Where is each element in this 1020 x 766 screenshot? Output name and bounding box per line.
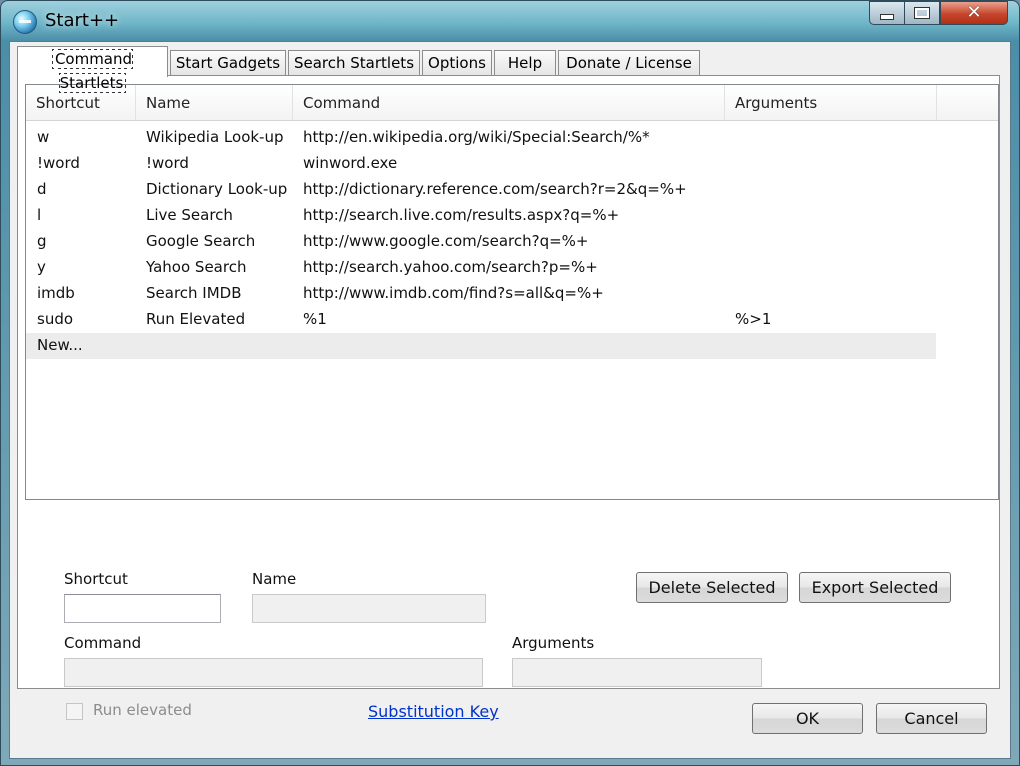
column-header-name[interactable]: Name [136, 85, 293, 120]
window-title: Start++ [45, 10, 120, 31]
list-item[interactable]: w Wikipedia Look-up http://en.wikipedia.or… [26, 125, 936, 151]
new-entry-label: New... [37, 336, 83, 354]
name-label: Name [252, 570, 297, 588]
cell-command: http://www.google.com/search?q=%+ [303, 232, 589, 250]
maximize-icon [914, 7, 930, 19]
command-startlets-panel: Shortcut Name Command Arguments w Wikiped… [17, 75, 1000, 721]
cell-shortcut: d [37, 180, 47, 198]
list-item[interactable]: g Google Search http://www.google.com/sear… [26, 229, 936, 255]
list-item[interactable]: sudo Run Elevated %1 %>1 [26, 307, 936, 333]
cell-command: winword.exe [303, 154, 398, 172]
list-item-new[interactable]: New... [26, 333, 936, 359]
run-elevated-checkbox[interactable] [66, 703, 83, 720]
cell-shortcut: w [37, 128, 50, 146]
export-selected-button[interactable]: Export Selected [799, 572, 951, 603]
column-header-command[interactable]: Command [293, 85, 725, 120]
cell-arguments: %>1 [735, 310, 772, 328]
list-item[interactable]: l Live Search http://search.live.com/resul… [26, 203, 936, 229]
list-item[interactable]: d Dictionary Look-up http://dictionary.ref… [26, 177, 936, 203]
tab-command-startlets[interactable]: Command Startlets [17, 46, 168, 93]
cell-command: http://en.wikipedia.org/wiki/Special:Sea… [303, 128, 650, 146]
cell-command: http://www.imdb.com/find?s=all&q=%+ [303, 284, 604, 302]
start-orb-icon[interactable] [13, 10, 37, 34]
command-field[interactable] [64, 658, 483, 687]
minimize-icon [880, 14, 894, 20]
cell-command: http://dictionary.reference.com/search?r… [303, 180, 687, 198]
close-icon: ✕ [966, 2, 982, 23]
tab-search-startlets[interactable]: Search Startlets [288, 50, 420, 76]
cell-shortcut: g [37, 232, 47, 250]
cell-shortcut: imdb [37, 284, 75, 302]
cell-name: Run Elevated [146, 310, 246, 328]
startlets-list[interactable]: Shortcut Name Command Arguments w Wikiped… [25, 84, 999, 500]
cell-shortcut: y [37, 258, 46, 276]
cell-command: http://search.yahoo.com/search?p=%+ [303, 258, 598, 276]
command-label: Command [64, 634, 142, 652]
cell-name: !word [146, 154, 189, 172]
tab-donate-license[interactable]: Donate / License [558, 50, 700, 76]
cell-command: http://search.live.com/results.aspx?q=%+ [303, 206, 620, 224]
cancel-button[interactable]: Cancel [876, 703, 987, 734]
tab-help[interactable]: Help [494, 50, 556, 76]
substitution-key-link[interactable]: Substitution Key [368, 702, 499, 721]
arguments-label: Arguments [512, 634, 595, 652]
name-field[interactable] [252, 594, 486, 623]
delete-selected-button[interactable]: Delete Selected [636, 572, 788, 603]
cell-shortcut: !word [37, 154, 80, 172]
app-window: Start++ ✕ Command Startlets Start Gadget… [0, 0, 1020, 766]
column-header-arguments[interactable]: Arguments [725, 85, 937, 120]
arguments-field[interactable] [512, 658, 762, 687]
cell-name: Yahoo Search [146, 258, 247, 276]
list-item[interactable]: y Yahoo Search http://search.yahoo.com/sea… [26, 255, 936, 281]
cell-shortcut: sudo [37, 310, 74, 328]
maximize-button[interactable] [904, 1, 940, 25]
run-elevated-label: Run elevated [93, 701, 192, 719]
cell-name: Live Search [146, 206, 233, 224]
list-header: Shortcut Name Command Arguments [26, 85, 998, 121]
cell-name: Wikipedia Look-up [146, 128, 284, 146]
tab-options[interactable]: Options [422, 50, 492, 76]
list-item[interactable]: !word !word winword.exe [26, 151, 936, 177]
cell-name: Search IMDB [146, 284, 242, 302]
shortcut-field[interactable] [64, 594, 221, 623]
list-item[interactable]: imdb Search IMDB http://www.imdb.com/find?… [26, 281, 936, 307]
cell-name: Google Search [146, 232, 256, 250]
cell-name: Dictionary Look-up [146, 180, 288, 198]
cell-shortcut: l [37, 206, 42, 224]
shortcut-label: Shortcut [64, 570, 128, 588]
cell-command: %1 [303, 310, 327, 328]
close-button[interactable]: ✕ [940, 1, 1008, 25]
dialog-client-area: Command Startlets Start Gadgets Search S… [9, 41, 1011, 759]
minimize-button[interactable] [869, 1, 905, 25]
title-bar[interactable]: Start++ ✕ [1, 1, 1019, 41]
tab-start-gadgets[interactable]: Start Gadgets [170, 50, 286, 76]
ok-button[interactable]: OK [752, 703, 863, 734]
